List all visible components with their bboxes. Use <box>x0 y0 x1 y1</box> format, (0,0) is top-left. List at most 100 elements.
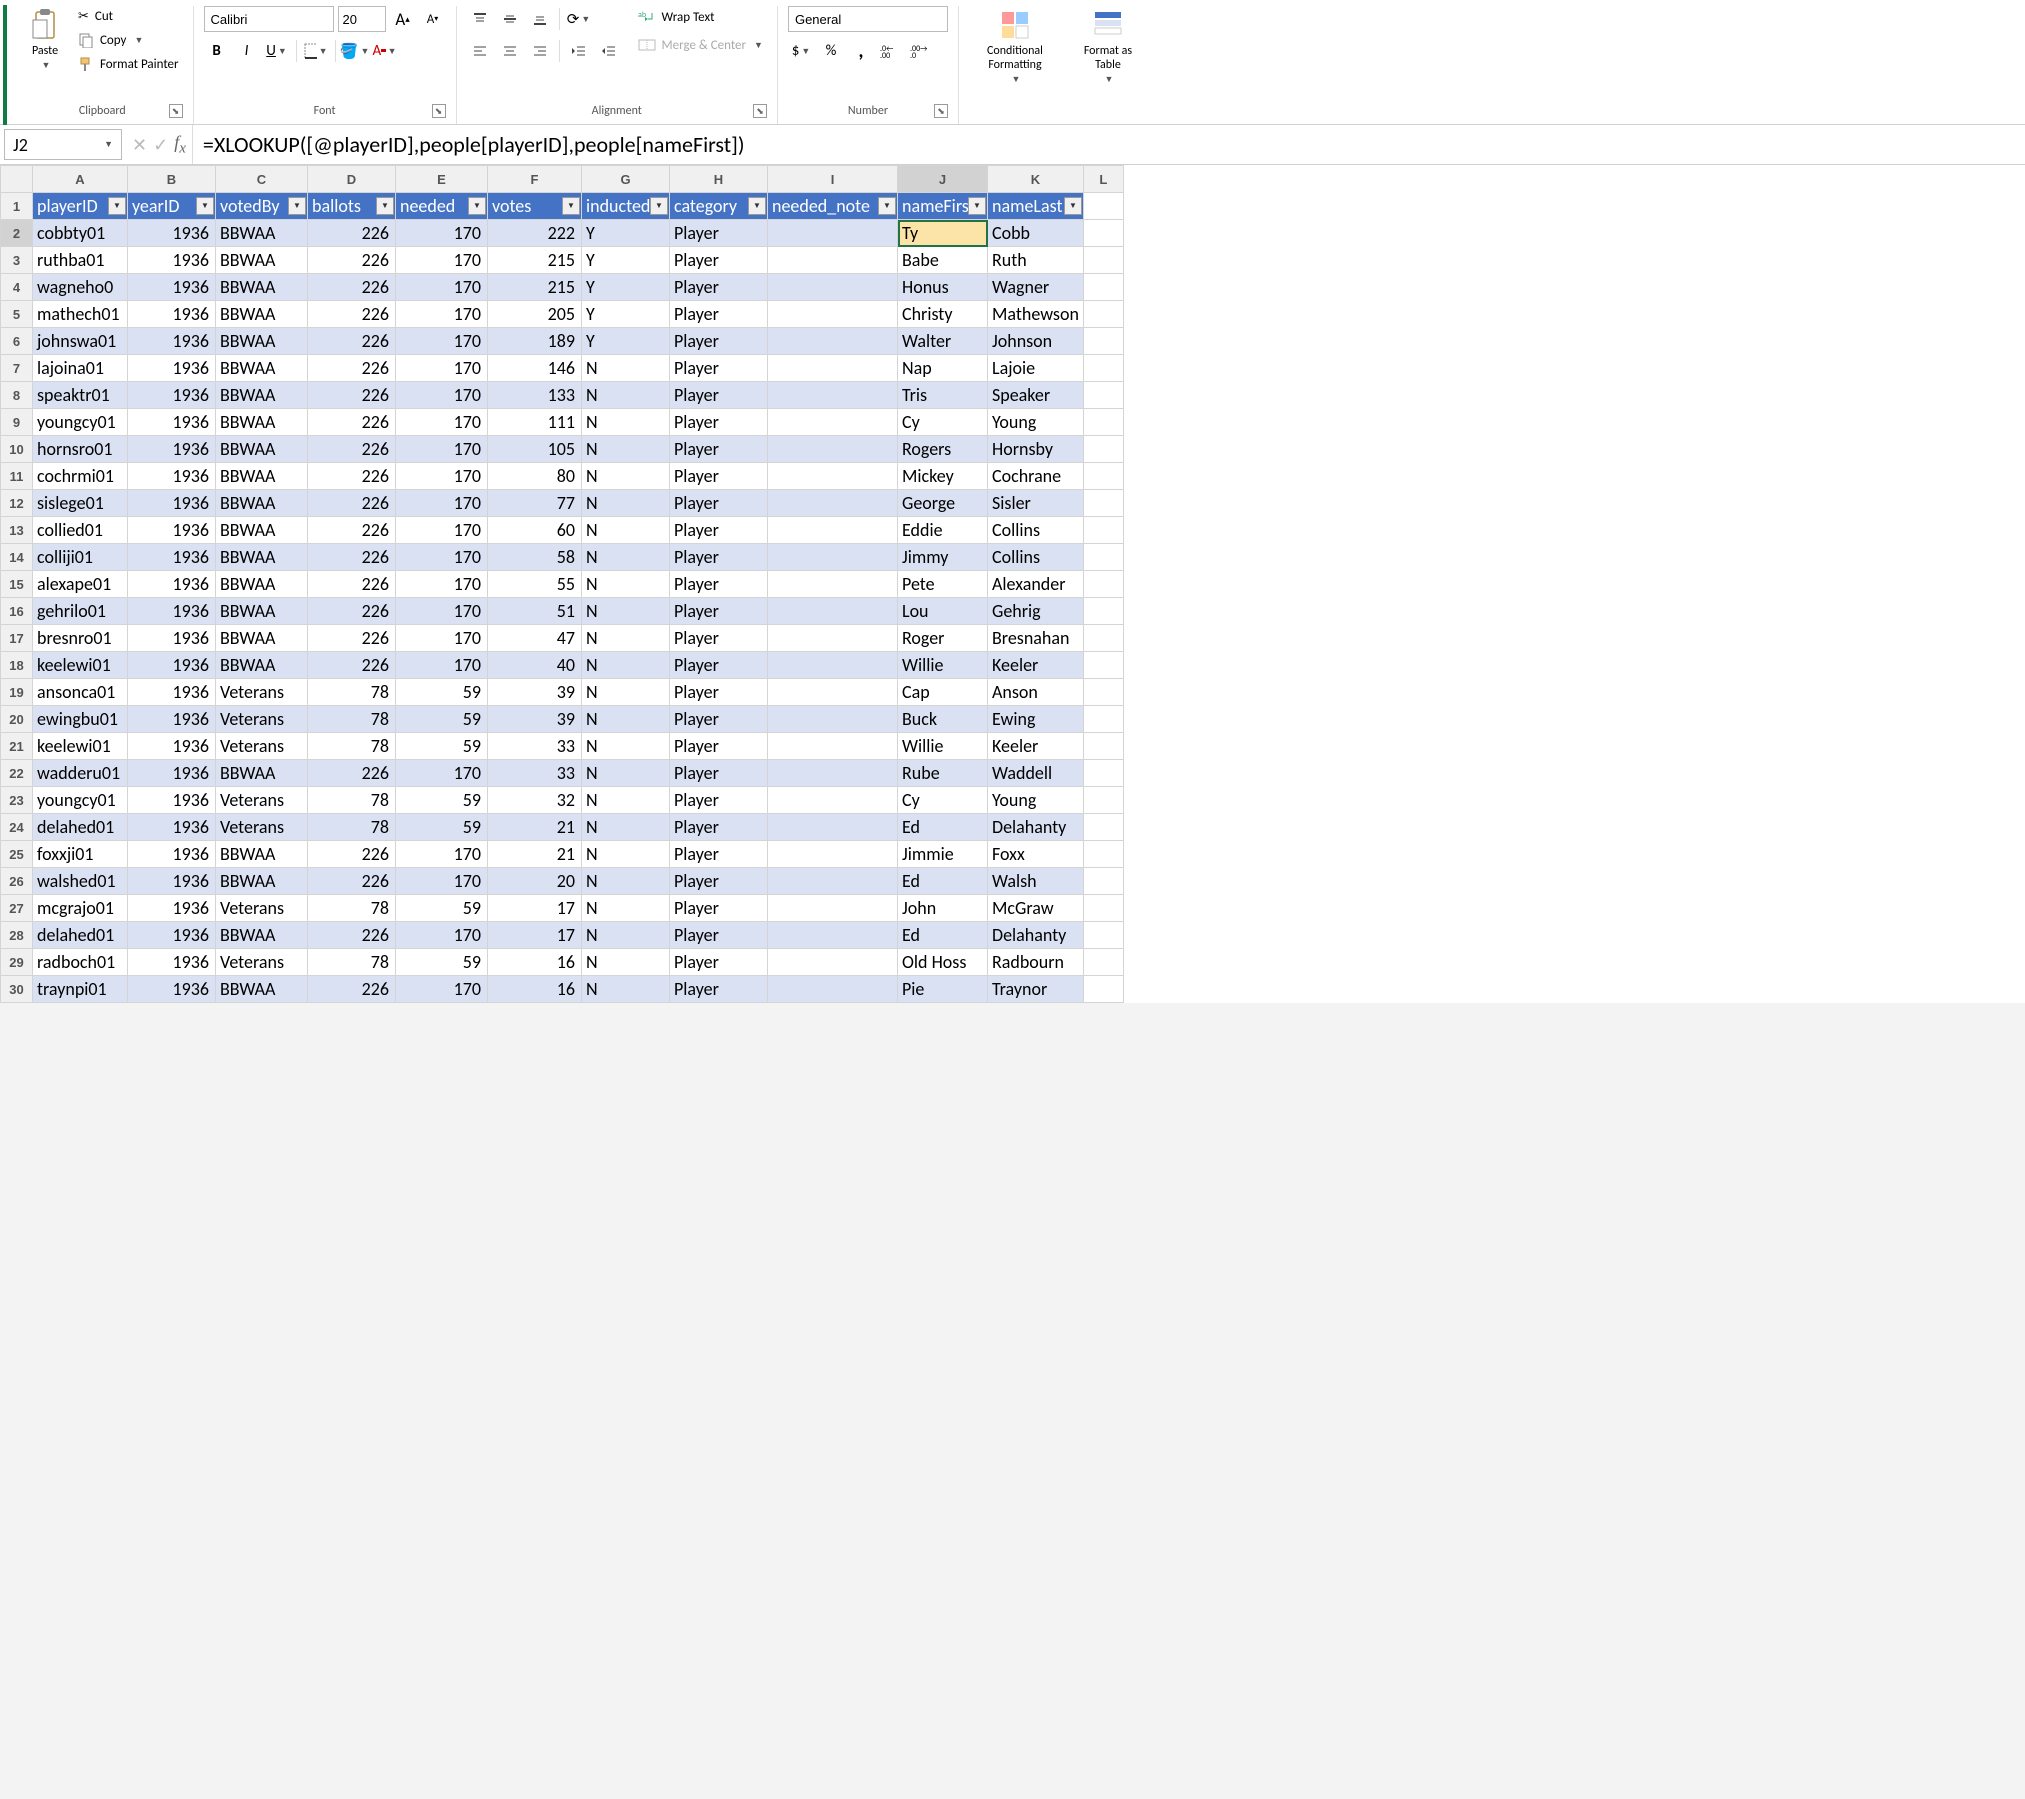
cell[interactable]: Waddell <box>988 760 1084 787</box>
cell[interactable]: mathech01 <box>33 301 128 328</box>
cell[interactable] <box>768 625 898 652</box>
cell[interactable]: BBWAA <box>216 301 308 328</box>
cell[interactable] <box>1083 517 1123 544</box>
table-column-header[interactable]: nameFirst▼ <box>898 193 988 220</box>
cell[interactable]: Y <box>582 220 670 247</box>
row-header[interactable]: 2 <box>1 220 33 247</box>
cell[interactable] <box>1083 355 1123 382</box>
column-header[interactable]: A <box>33 166 128 193</box>
cell[interactable]: Cap <box>898 679 988 706</box>
cell[interactable]: 226 <box>308 463 396 490</box>
row-header[interactable]: 25 <box>1 841 33 868</box>
cell[interactable]: 17 <box>488 895 582 922</box>
cell[interactable]: N <box>582 436 670 463</box>
cell[interactable]: Player <box>670 868 768 895</box>
row-header[interactable]: 22 <box>1 760 33 787</box>
cell[interactable]: Veterans <box>216 733 308 760</box>
cell[interactable]: BBWAA <box>216 328 308 355</box>
cell[interactable]: Johnson <box>988 328 1084 355</box>
cell[interactable]: BBWAA <box>216 625 308 652</box>
cell[interactable] <box>768 814 898 841</box>
cell[interactable]: collied01 <box>33 517 128 544</box>
cell[interactable]: 226 <box>308 517 396 544</box>
cell[interactable]: 59 <box>396 949 488 976</box>
cell[interactable] <box>1083 787 1123 814</box>
cell[interactable]: George <box>898 490 988 517</box>
cell[interactable]: 226 <box>308 355 396 382</box>
cell[interactable]: 226 <box>308 490 396 517</box>
cell[interactable]: Player <box>670 841 768 868</box>
cell[interactable]: Ed <box>898 868 988 895</box>
cell[interactable]: Traynor <box>988 976 1084 1003</box>
cell[interactable] <box>1083 625 1123 652</box>
cell[interactable]: N <box>582 922 670 949</box>
cell[interactable]: Lajoie <box>988 355 1084 382</box>
cell[interactable]: Mathewson <box>988 301 1084 328</box>
row-header[interactable]: 29 <box>1 949 33 976</box>
cell[interactable]: Player <box>670 760 768 787</box>
cell[interactable] <box>1083 220 1123 247</box>
cell[interactable]: Hornsby <box>988 436 1084 463</box>
align-top-button[interactable] <box>467 6 493 32</box>
cell[interactable]: Roger <box>898 625 988 652</box>
cell[interactable]: traynpi01 <box>33 976 128 1003</box>
align-left-button[interactable] <box>467 38 493 64</box>
cell[interactable]: 1936 <box>128 220 216 247</box>
borders-button[interactable]: ▼ <box>303 38 329 64</box>
cell[interactable]: Player <box>670 625 768 652</box>
cell[interactable] <box>768 841 898 868</box>
cell[interactable] <box>768 895 898 922</box>
format-painter-button[interactable]: Format Painter <box>74 53 183 75</box>
row-header[interactable]: 3 <box>1 247 33 274</box>
cell[interactable]: Pete <box>898 571 988 598</box>
cell[interactable] <box>1083 949 1123 976</box>
cell[interactable]: cobbty01 <box>33 220 128 247</box>
cell[interactable]: Player <box>670 463 768 490</box>
cell[interactable]: Player <box>670 436 768 463</box>
font-color-button[interactable]: A▼ <box>372 38 398 64</box>
cell[interactable]: Veterans <box>216 706 308 733</box>
cell[interactable]: 21 <box>488 814 582 841</box>
cell[interactable]: 222 <box>488 220 582 247</box>
cell[interactable]: Veterans <box>216 679 308 706</box>
cell[interactable]: 1936 <box>128 544 216 571</box>
cell[interactable]: Anson <box>988 679 1084 706</box>
cell[interactable] <box>1083 976 1123 1003</box>
cell[interactable]: Ewing <box>988 706 1084 733</box>
cell[interactable]: 1936 <box>128 625 216 652</box>
cell[interactable]: 33 <box>488 760 582 787</box>
cell[interactable]: Player <box>670 706 768 733</box>
cell[interactable] <box>768 409 898 436</box>
cell[interactable] <box>768 760 898 787</box>
cell[interactable]: 1936 <box>128 949 216 976</box>
cell[interactable]: 33 <box>488 733 582 760</box>
cell[interactable]: wagneho0 <box>33 274 128 301</box>
column-header[interactable]: J <box>898 166 988 193</box>
increase-indent-button[interactable] <box>596 38 622 64</box>
cell[interactable]: ruthba01 <box>33 247 128 274</box>
cell[interactable]: 170 <box>396 544 488 571</box>
cell[interactable]: 226 <box>308 625 396 652</box>
cell[interactable]: BBWAA <box>216 598 308 625</box>
cell[interactable]: Collins <box>988 544 1084 571</box>
formula-input[interactable] <box>192 125 2025 164</box>
cell[interactable]: alexape01 <box>33 571 128 598</box>
cell[interactable]: Y <box>582 301 670 328</box>
cell[interactable]: 170 <box>396 436 488 463</box>
cell[interactable] <box>1083 571 1123 598</box>
cell[interactable]: 170 <box>396 922 488 949</box>
row-header[interactable]: 14 <box>1 544 33 571</box>
cell[interactable]: N <box>582 679 670 706</box>
row-header[interactable]: 11 <box>1 463 33 490</box>
cell[interactable]: 59 <box>396 679 488 706</box>
cell[interactable]: Player <box>670 922 768 949</box>
table-column-header[interactable]: yearID▼ <box>128 193 216 220</box>
cell[interactable]: 78 <box>308 895 396 922</box>
cell[interactable]: 170 <box>396 598 488 625</box>
copy-button[interactable]: Copy ▼ <box>74 29 183 51</box>
cell[interactable]: 20 <box>488 868 582 895</box>
cell[interactable] <box>1083 463 1123 490</box>
column-header[interactable]: L <box>1083 166 1123 193</box>
filter-dropdown-icon[interactable]: ▼ <box>650 197 668 215</box>
cell[interactable]: Keeler <box>988 652 1084 679</box>
